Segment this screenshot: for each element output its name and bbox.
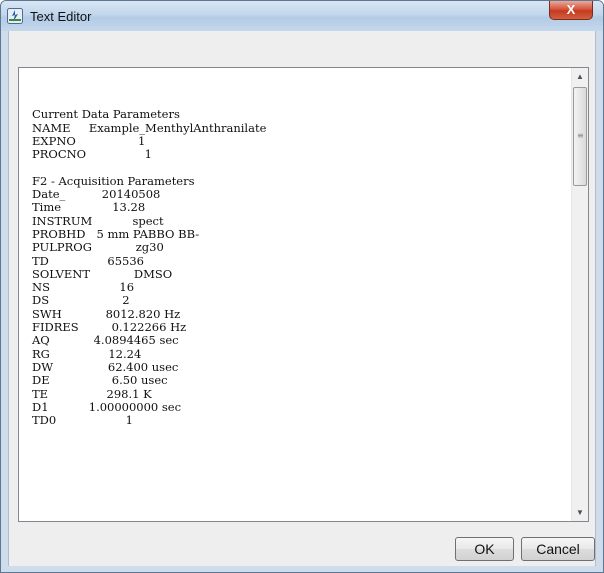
text-area[interactable]: Current Data Parameters NAME Example_Men… [18,67,589,522]
text-line: DS 2 [32,293,130,308]
text-line: PULPROG zg30 [32,240,164,255]
scroll-up-arrow-icon[interactable]: ▲ [572,68,588,85]
text-line: Current Data Parameters [32,107,180,122]
title-bar[interactable]: Text Editor X [1,1,603,31]
ok-button[interactable]: OK [455,537,514,561]
text-line: TE 298.1 K [32,386,152,401]
text-line: F2 - Acquisition Parameters [32,173,195,188]
cancel-button[interactable]: Cancel [521,537,595,561]
text-line: DE 6.50 usec [32,373,168,388]
text-line: NS 16 [32,280,135,295]
text-editor-window: Text Editor X Current Data Parameters NA… [0,0,604,573]
text-line: SWH 8012.820 Hz [32,306,181,321]
grip-icon: ≡ [577,131,584,140]
text-line: NAME Example_MenthylAnthranilate [32,120,267,135]
text-line: Time 13.28 [32,200,146,215]
scrollbar-thumb[interactable]: ≡ [573,87,587,186]
application-icon [7,8,23,24]
text-line: EXPNO 1 [32,133,146,148]
text-line: TD0 1 [32,413,133,428]
scroll-down-arrow-icon[interactable]: ▼ [572,504,588,521]
text-line: SOLVENT DMSO [32,266,173,281]
text-line: INSTRUM spect [32,213,164,228]
close-button[interactable]: X [549,1,593,20]
text-line: FIDRES 0.122266 Hz [32,320,187,335]
text-line: RG 12.24 [32,346,142,361]
text-line: PROBHD 5 mm PABBO BB- [32,226,200,241]
vertical-scrollbar[interactable]: ▲ ≡ ▼ [571,68,588,521]
text-line: D1 1.00000000 sec [32,399,182,414]
text-line: PROCNO 1 [32,147,152,162]
text-line: Date_ 20140508 [32,187,161,202]
window-title: Text Editor [30,9,92,24]
text-line: TD 65536 [32,253,144,268]
text-line: AQ 4.0894465 sec [32,333,179,348]
text-line: DW 62.400 usec [32,359,179,374]
window-body: Current Data Parameters NAME Example_Men… [8,31,596,566]
parameter-text[interactable]: Current Data Parameters NAME Example_Men… [32,95,266,427]
